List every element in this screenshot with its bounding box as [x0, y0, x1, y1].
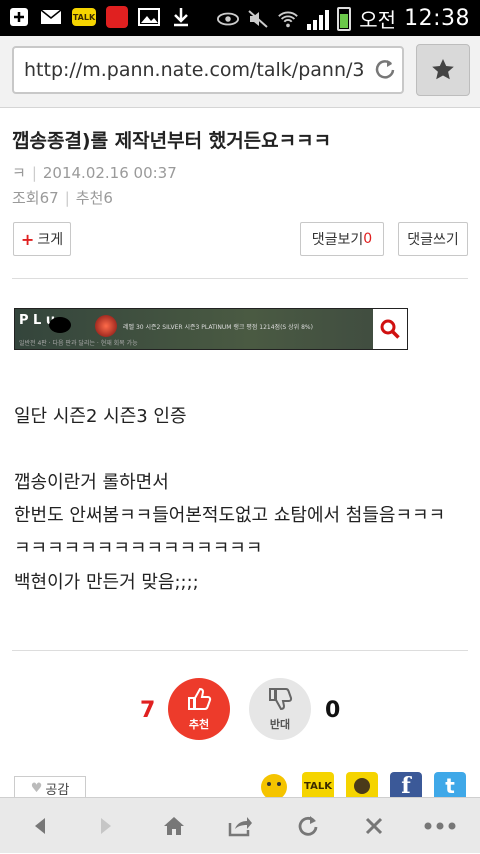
- refresh-icon: [298, 816, 318, 836]
- banner-info: 레벨 30 시즌2 SILVER 시즌3 PLATINUM 랭크 평점 1214…: [123, 324, 313, 331]
- more-icon: [424, 822, 456, 830]
- status-ampm: 오전: [359, 8, 397, 32]
- twitter-share-icon[interactable]: t: [434, 772, 466, 800]
- comments-count: 0: [363, 231, 373, 247]
- views-label: 조회: [12, 189, 40, 207]
- body-line: 백현이가 만든거 맞음;;;;: [14, 572, 199, 593]
- article-meta-stats: 조회67 | 추천6: [12, 189, 113, 207]
- share-icon: [228, 817, 252, 837]
- zoom-label: 크게: [37, 232, 64, 248]
- signal-icon: [307, 8, 330, 30]
- status-bar: TALK 오전 12:38: [0, 0, 480, 36]
- browser-toolbar: http://m.pann.nate.com/talk/pann/3: [0, 36, 480, 108]
- image-icon: [138, 6, 160, 28]
- write-comment-label: 댓글쓰기: [407, 232, 459, 248]
- banner-subinfo: 일반전 4판 · 다음 판과 달리는 · 현재 회복 가능: [19, 340, 138, 347]
- zoom-text-button[interactable]: + 크게: [13, 222, 71, 256]
- address-bar[interactable]: http://m.pann.nate.com/talk/pann/3: [12, 46, 404, 94]
- kakaotalk-share-icon[interactable]: TALK: [302, 772, 334, 800]
- download-icon: [170, 6, 192, 28]
- upvote-count: 7: [140, 698, 156, 723]
- thumbs-up-icon: [186, 686, 212, 716]
- battery-icon: [337, 6, 352, 31]
- reload-icon[interactable]: [374, 58, 396, 86]
- views-count: 67: [39, 189, 59, 207]
- upvote-label: 추천: [188, 718, 210, 731]
- mute-icon: [247, 8, 269, 30]
- article-title: 깹송종결)롤 제작년부터 했거든요ㅋㅋㅋ: [12, 130, 332, 152]
- recommend-label: 추천: [75, 189, 104, 207]
- write-comment-button[interactable]: 댓글쓰기: [398, 222, 468, 256]
- wifi-icon: [277, 8, 299, 30]
- home-icon: [164, 817, 184, 835]
- view-comments-button[interactable]: 댓글보기 0: [300, 222, 384, 256]
- downvote-label: 반대: [269, 718, 291, 731]
- close-icon: [365, 817, 383, 835]
- url-text[interactable]: http://m.pann.nate.com/talk/pann/3: [24, 59, 364, 81]
- rank-emblem-icon: [95, 315, 117, 337]
- redaction-mark: [49, 317, 71, 333]
- like-label: 공감: [45, 783, 70, 798]
- app-notification-icon: [106, 6, 128, 28]
- home-button[interactable]: [146, 798, 202, 854]
- plus-icon: +: [20, 229, 35, 249]
- thumbs-down-icon: [267, 686, 293, 716]
- refresh-button[interactable]: [280, 798, 336, 854]
- browser-bottom-toolbar: [0, 797, 480, 853]
- body-line: 깹송이란거 롤하면서: [14, 472, 169, 493]
- system-status: 오전 12:38: [217, 4, 470, 33]
- back-button[interactable]: [12, 798, 68, 854]
- back-arrow-icon: [35, 818, 45, 834]
- upvote-button[interactable]: 추천: [168, 678, 230, 740]
- star-icon: [432, 59, 454, 80]
- divider: [12, 278, 468, 279]
- heart-icon: ♥: [30, 781, 43, 796]
- facebook-share-icon[interactable]: f: [390, 772, 422, 800]
- author-name[interactable]: ㅋ: [12, 164, 26, 182]
- recommend-count: 6: [103, 189, 113, 207]
- forward-arrow-icon: [101, 818, 111, 834]
- status-time: 12:38: [404, 6, 470, 31]
- post-date: 2014.02.16 00:37: [42, 164, 177, 182]
- body-line: 일단 시즌2 시즌3 인증: [14, 406, 187, 427]
- notification-icons: TALK: [8, 6, 192, 28]
- divider: [12, 650, 468, 651]
- body-line: ㅋㅋㅋㅋㅋㅋㅋㅋㅋㅋㅋㅋㅋㅋㅋ: [14, 538, 263, 559]
- more-button[interactable]: [412, 798, 468, 854]
- add-icon: [8, 6, 30, 28]
- kakaostory-share-icon[interactable]: [346, 772, 378, 800]
- emoji-share-icon[interactable]: [258, 772, 290, 800]
- article-meta-author-date: ㅋ | 2014.02.16 00:37: [12, 164, 177, 182]
- mail-icon: [40, 6, 62, 28]
- search-icon[interactable]: [373, 309, 407, 349]
- body-line: 한번도 안써봄ㅋㅋ들어본적도없고 쇼탐에서 첨들음ㅋㅋㅋ: [14, 505, 446, 526]
- bookmark-button[interactable]: [416, 44, 470, 96]
- kakaotalk-icon: TALK: [72, 8, 96, 26]
- close-button[interactable]: [346, 798, 402, 854]
- downvote-button[interactable]: 반대: [249, 678, 311, 740]
- profile-banner-image: P L u 레벨 30 시즌2 SILVER 시즌3 PLATINUM 랭크 평…: [14, 308, 408, 350]
- share-button[interactable]: [212, 798, 268, 854]
- downvote-count: 0: [325, 698, 341, 723]
- forward-button[interactable]: [78, 798, 134, 854]
- eye-icon: [217, 8, 240, 30]
- view-comments-label: 댓글보기: [311, 232, 364, 248]
